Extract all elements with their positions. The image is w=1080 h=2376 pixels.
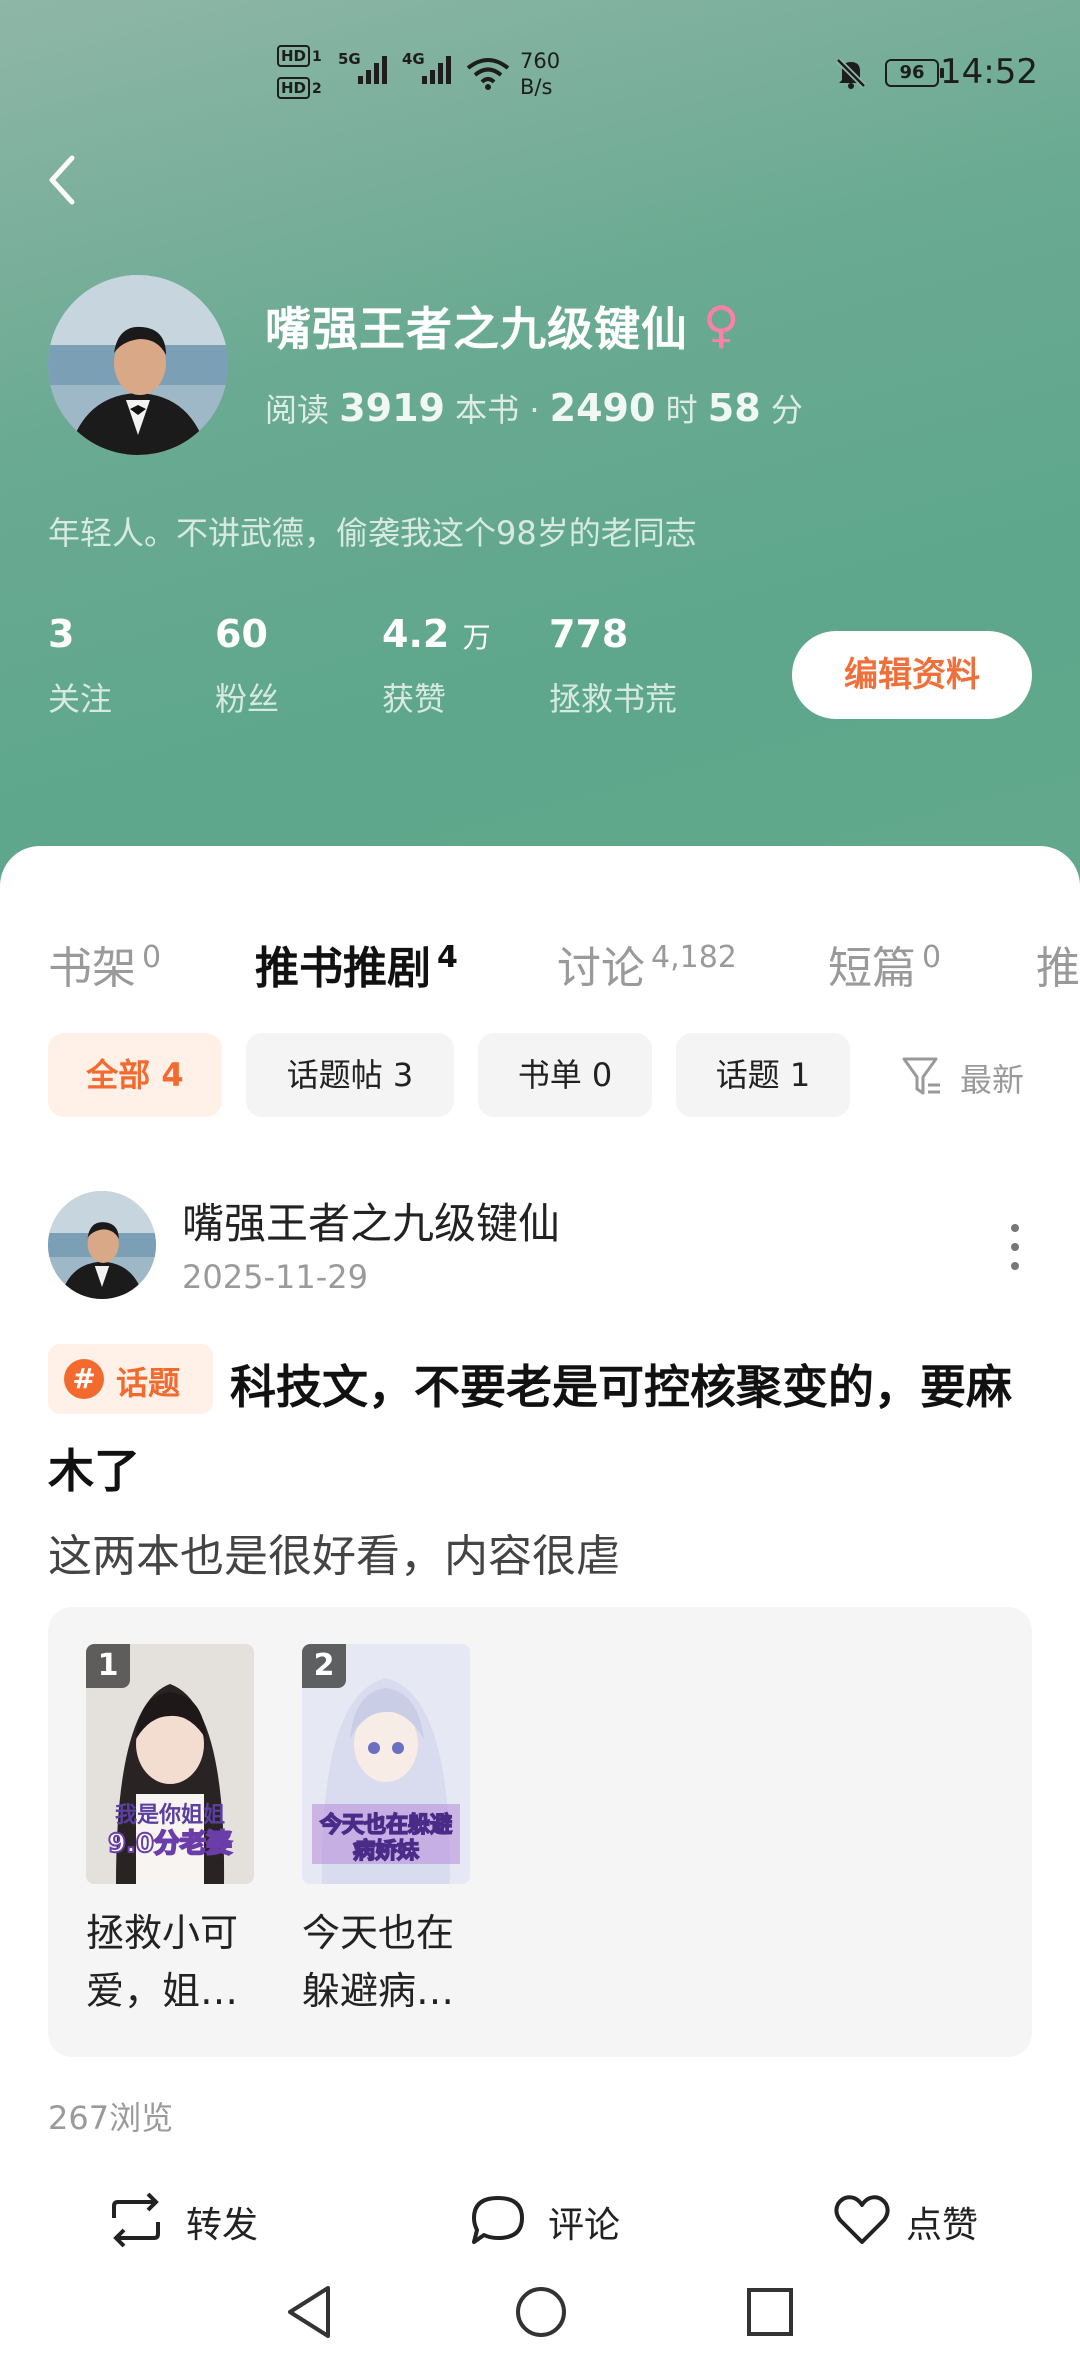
- nav-recents-icon[interactable]: [744, 2284, 796, 2340]
- signal-icon: [422, 56, 451, 84]
- tab-short[interactable]: 短篇 0: [828, 932, 941, 996]
- comment-icon: [472, 2196, 524, 2244]
- filter-all[interactable]: 全部 4: [48, 1033, 222, 1117]
- nav-home-icon[interactable]: [514, 2284, 568, 2340]
- hd2-indicator: HD 2: [277, 74, 322, 99]
- stat-likes[interactable]: 4.2 万 获赞: [382, 612, 491, 720]
- sort-latest[interactable]: 最新: [960, 1055, 1024, 1101]
- svg-text:我是你姐姐: 我是你姐姐: [115, 1802, 225, 1828]
- filter-booklists[interactable]: 书单 0: [478, 1033, 652, 1117]
- wifi-icon: [466, 58, 510, 90]
- more-options-icon[interactable]: [1000, 1222, 1030, 1272]
- tab-recommend[interactable]: 推书推剧 4: [255, 932, 458, 996]
- stat-rescued[interactable]: 778 拯救书荒: [549, 612, 677, 720]
- clock: 14:52: [940, 52, 1038, 92]
- post-body: 这两本也是很好看，内容很虐: [48, 1531, 620, 1582]
- profile-name: 嘴强王者之九级键仙: [265, 302, 688, 356]
- post-date: 2025-11-29: [182, 1258, 368, 1296]
- mute-bell-icon: [835, 57, 867, 89]
- book-title: 今天也在躲避病…: [302, 1911, 455, 2013]
- rank-badge: 2: [302, 1644, 346, 1688]
- svg-text:9.0分老婆: 9.0分老婆: [108, 1829, 232, 1859]
- reading-stats: 阅读 3919 本书 · 2490 时 58 分: [265, 386, 803, 430]
- rank-badge: 1: [86, 1644, 130, 1688]
- book-cover: 我是你姐姐 9.0分老婆 1: [86, 1644, 254, 1884]
- battery-icon: 96: [885, 59, 944, 87]
- post-author-name[interactable]: 嘴强王者之九级键仙: [182, 1190, 560, 1251]
- nav-back-icon[interactable]: [284, 2284, 334, 2340]
- filter-topics[interactable]: 话题 1: [676, 1033, 850, 1117]
- view-count: 267浏览: [48, 2099, 174, 2137]
- signal-icon: [358, 56, 387, 84]
- profile-bio: 年轻人。不讲武德，偷袭我这个98岁的老同志: [48, 514, 697, 552]
- profile-avatar[interactable]: [48, 275, 228, 455]
- book-title: 拯救小可爱，姐…: [86, 1911, 239, 2013]
- svg-text:病娇妹: 病娇妹: [353, 1838, 420, 1864]
- hd1-indicator: HD 1: [277, 42, 322, 67]
- post-author-avatar[interactable]: [48, 1191, 156, 1299]
- book-list-card: 我是你姐姐 9.0分老婆 1 拯救小可爱，姐… 今天也在躲避 病娇妹 2 今天也…: [48, 1607, 1032, 2057]
- comment-button[interactable]: 评论: [468, 2192, 648, 2252]
- filter-icon[interactable]: [902, 1055, 942, 1099]
- tab-discussion[interactable]: 讨论 4,182: [557, 932, 737, 996]
- book-item[interactable]: 我是你姐姐 9.0分老婆 1 拯救小可爱，姐…: [86, 1644, 254, 2020]
- filter-topic-posts[interactable]: 话题帖 3: [246, 1033, 454, 1117]
- edit-profile-button[interactable]: 编辑资料: [792, 631, 1032, 719]
- like-button[interactable]: 点赞: [832, 2192, 1012, 2252]
- book-item[interactable]: 今天也在躲避 病娇妹 2 今天也在躲避病…: [302, 1644, 470, 2020]
- repost-button[interactable]: 转发: [104, 2192, 284, 2252]
- svg-text:今天也在躲避: 今天也在躲避: [320, 1812, 452, 1838]
- female-gender-icon: ♀: [703, 296, 740, 354]
- system-navigation-bar: [0, 2270, 1080, 2376]
- heart-icon: [834, 2195, 890, 2244]
- hash-icon: #: [64, 1359, 104, 1399]
- tab-bookshelf[interactable]: 书架 0: [48, 932, 161, 996]
- back-arrow-icon[interactable]: [42, 152, 88, 208]
- stat-following[interactable]: 3 关注: [48, 612, 112, 720]
- stat-followers[interactable]: 60 粉丝: [215, 612, 279, 720]
- book-cover: 今天也在躲避 病娇妹 2: [302, 1644, 470, 1884]
- topic-badge[interactable]: # 话题: [48, 1344, 213, 1414]
- status-bar: HD 1 HD 2 5G 4G 760 B/s 96 14:52: [0, 42, 1080, 112]
- net-speed: 760 B/s: [520, 49, 561, 99]
- repost-icon: [112, 2192, 160, 2248]
- tab-more[interactable]: 推: [1036, 932, 1080, 996]
